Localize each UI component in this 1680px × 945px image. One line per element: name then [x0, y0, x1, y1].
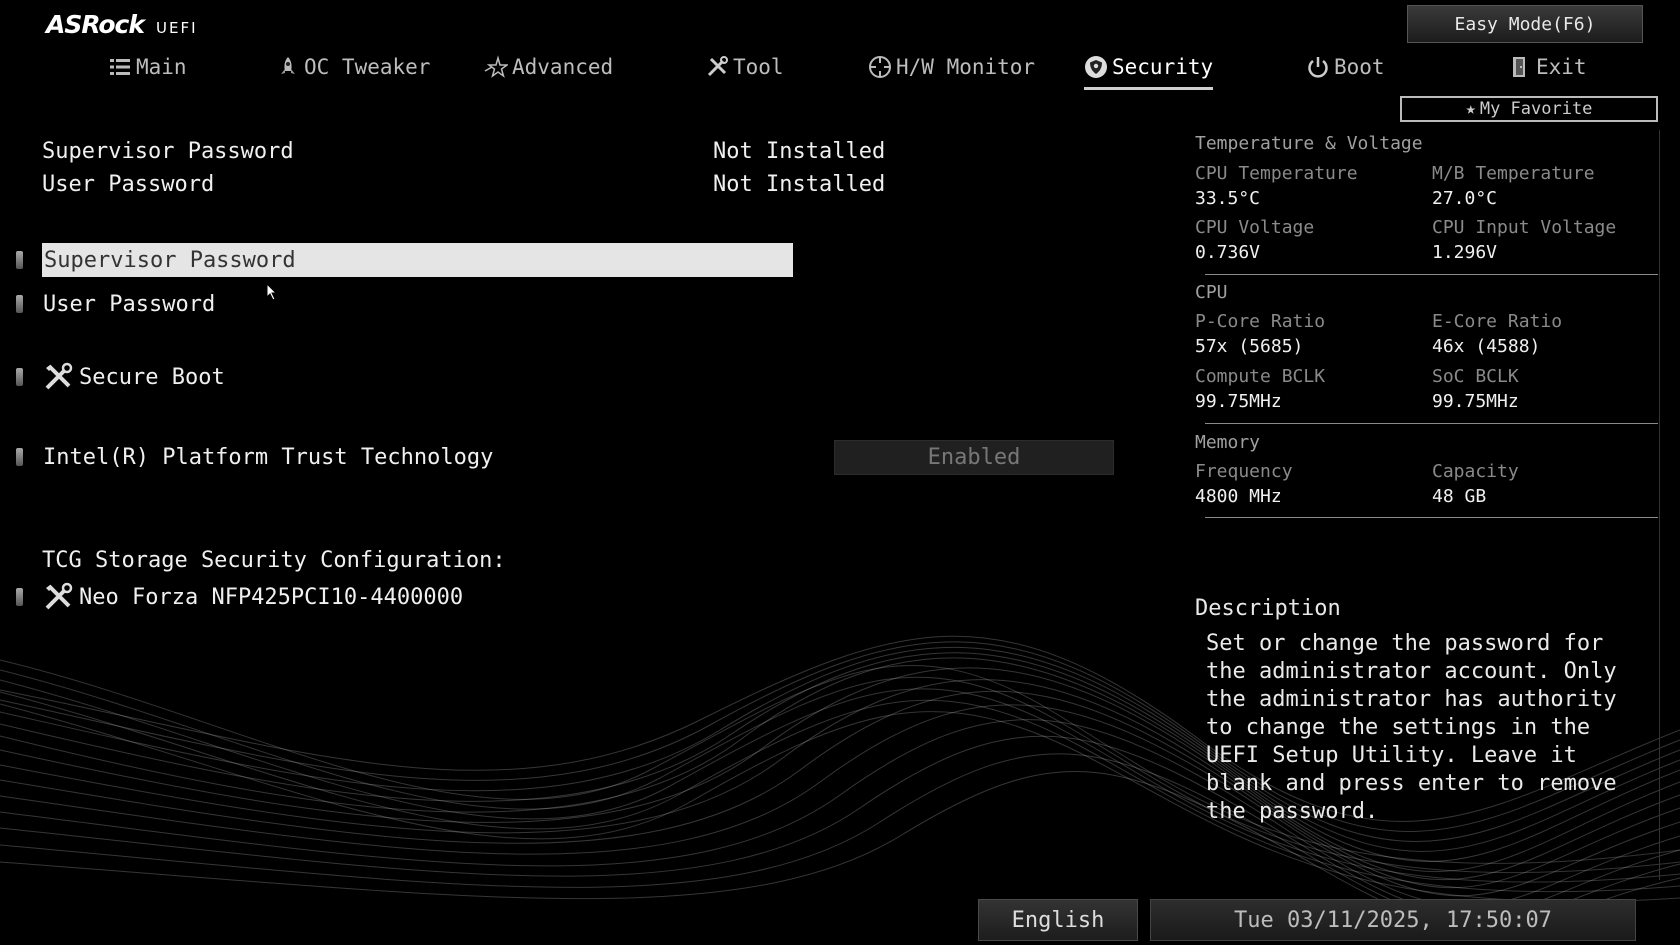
soc-bclk-value: 99.75MHz: [1432, 391, 1519, 412]
cpu-temp-value: 33.5°C: [1195, 188, 1261, 209]
tab-label: Main: [136, 55, 187, 79]
tab-label: Tool: [733, 55, 784, 79]
tab-label: Exit: [1536, 55, 1587, 79]
cpu-voltage-value: 0.736V: [1195, 242, 1261, 263]
supervisor-password-selected[interactable]: Supervisor Password: [42, 243, 793, 277]
description-title: Description: [1195, 596, 1341, 621]
tab-label: Boot: [1334, 55, 1385, 79]
memory-frequency-value: 4800 MHz: [1195, 486, 1282, 507]
mouse-cursor-icon: [266, 283, 278, 301]
bullet-marker: [16, 251, 23, 269]
tab-security[interactable]: Security: [1084, 48, 1214, 90]
tab-label: Advanced: [512, 55, 614, 79]
supervisor-password-status-value: Not Installed: [713, 139, 886, 164]
rocket-icon: [281, 57, 295, 74]
description-text: Set or change the password for the admin…: [1206, 631, 1617, 824]
temp-voltage-title: Temperature & Voltage: [1195, 133, 1423, 154]
tab-label: Security: [1112, 55, 1214, 79]
menu-item-ptt[interactable]: Intel(R) Platform Trust Technology: [16, 440, 493, 474]
main-nav: Main OC Tweaker Advanced Tool H/W Monito…: [0, 48, 1680, 90]
tab-advanced[interactable]: Advanced: [484, 48, 613, 86]
user-password-status-value: Not Installed: [713, 172, 886, 197]
tools-icon: [45, 582, 73, 610]
logo-brand: ASRock: [46, 10, 145, 39]
bullet-marker: [16, 588, 23, 606]
cpu-input-voltage-label: CPU Input Voltage: [1432, 217, 1617, 238]
tab-label: OC Tweaker: [304, 55, 431, 79]
memory-frequency-label: Frequency: [1195, 461, 1293, 482]
compute-bclk-label: Compute BCLK: [1195, 366, 1326, 387]
menu-item-label: Intel(R) Platform Trust Technology: [43, 444, 494, 470]
ecore-ratio-label: E-Core Ratio: [1432, 311, 1563, 332]
tools-icon: [707, 56, 728, 77]
panel-divider: [1205, 274, 1658, 275]
datetime-display: Tue 03/11/2025, 17:50:07: [1150, 899, 1636, 941]
asrock-logo: ASRock UEFI: [46, 10, 198, 40]
bullet-marker: [16, 368, 23, 386]
tab-main[interactable]: Main: [108, 48, 187, 86]
star-icon: ★: [1465, 99, 1476, 119]
tab-oc-tweaker[interactable]: OC Tweaker: [276, 48, 430, 86]
bullet-marker: [16, 295, 23, 313]
door-exit-icon: [1513, 57, 1525, 77]
mb-temp-value: 27.0°C: [1432, 188, 1498, 209]
menu-item-tcg-device[interactable]: Neo Forza NFP425PCI10-4400000: [16, 580, 463, 614]
star-arrow-icon: [484, 55, 508, 78]
menu-item-supervisor-password[interactable]: [16, 243, 43, 277]
memory-capacity-value: 48 GB: [1432, 486, 1487, 507]
tab-tool[interactable]: Tool: [705, 48, 784, 86]
crosshair-icon: [869, 56, 891, 78]
user-password-status-label: User Password: [42, 172, 215, 197]
easy-mode-button[interactable]: Easy Mode(F6): [1407, 5, 1643, 43]
tab-exit[interactable]: Exit: [1508, 48, 1587, 86]
list-icon: [110, 59, 130, 75]
language-button[interactable]: English: [978, 899, 1138, 941]
supervisor-password-status-label: Supervisor Password: [42, 139, 294, 164]
menu-item-label: User Password: [43, 291, 216, 317]
pcore-ratio-label: P-Core Ratio: [1195, 311, 1326, 332]
menu-item-user-password[interactable]: User Password: [16, 287, 215, 321]
tcg-section-title: TCG Storage Security Configuration:: [42, 548, 506, 573]
pcore-ratio-value: 57x (5685): [1195, 336, 1304, 357]
tab-label: H/W Monitor: [896, 55, 1036, 79]
cpu-title: CPU: [1195, 282, 1228, 303]
logo-product: UEFI: [155, 19, 198, 37]
power-icon: [1308, 57, 1328, 78]
cpu-input-voltage-value: 1.296V: [1432, 242, 1498, 263]
tab-hw-monitor[interactable]: H/W Monitor: [868, 48, 1035, 86]
panel-divider: [1205, 517, 1658, 518]
compute-bclk-value: 99.75MHz: [1195, 391, 1282, 412]
tools-icon: [45, 362, 73, 390]
my-favorite-button[interactable]: ★ My Favorite: [1400, 96, 1658, 122]
memory-title: Memory: [1195, 432, 1261, 453]
panel-divider: [1205, 423, 1658, 424]
cpu-voltage-label: CPU Voltage: [1195, 217, 1315, 238]
menu-item-label: Secure Boot: [79, 364, 225, 390]
tab-boot[interactable]: Boot: [1306, 48, 1385, 86]
my-favorite-label: My Favorite: [1479, 99, 1593, 119]
memory-capacity-label: Capacity: [1432, 461, 1519, 482]
mb-temp-label: M/B Temperature: [1432, 163, 1595, 184]
menu-item-label: Neo Forza NFP425PCI10-4400000: [79, 584, 464, 610]
bullet-marker: [16, 448, 23, 466]
shield-icon: [1085, 56, 1107, 78]
ptt-value-dropdown[interactable]: Enabled: [834, 440, 1114, 475]
ecore-ratio-value: 46x (4588): [1432, 336, 1541, 357]
soc-bclk-label: SoC BCLK: [1432, 366, 1519, 387]
cpu-temp-label: CPU Temperature: [1195, 163, 1358, 184]
menu-item-secure-boot[interactable]: Secure Boot: [16, 360, 225, 394]
